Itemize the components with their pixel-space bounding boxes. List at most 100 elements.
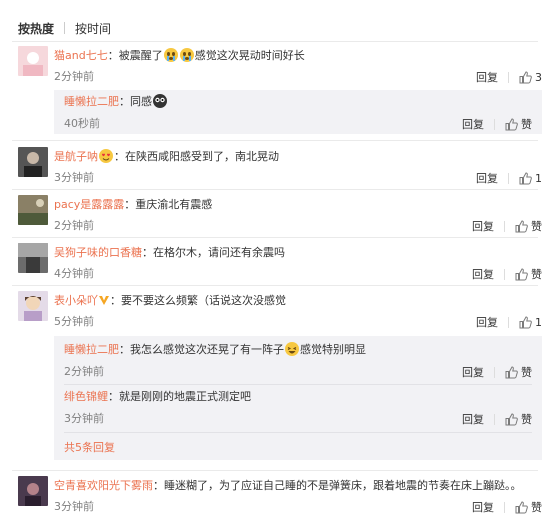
thumbs-up-icon (505, 117, 518, 130)
reply-button[interactable]: 回复 (476, 170, 498, 186)
comment-time: 3分钟前 (54, 171, 94, 184)
like-count: 3 (535, 70, 542, 84)
comment-text-continued: 感觉这次晃动时间好长 (194, 49, 305, 62)
reply-button[interactable]: 回复 (476, 69, 498, 85)
comment-item: pacy是露露露：重庆渝北有震感 2分钟前 回复 赞 (18, 195, 542, 233)
action-divider (494, 118, 495, 130)
like-button[interactable]: 3 (519, 71, 542, 84)
comment-username[interactable]: pacy是露露露 (54, 198, 124, 211)
comment-item: 空青喜欢阳光下雾雨：睡迷糊了，为了应证自己睡的不是弹簧床，跟着地震的节奏在床上蹦… (18, 476, 542, 514)
reply-button[interactable]: 回复 (462, 116, 484, 132)
divider (12, 285, 538, 286)
comment-time: 3分钟前 (54, 500, 94, 513)
reply-divider (64, 432, 532, 433)
vip-v-icon (98, 294, 110, 306)
reply-time: 40秒前 (64, 117, 100, 130)
avatar[interactable] (18, 243, 48, 273)
divider (12, 140, 538, 141)
comment-text: ：在格尔木，请问还有余震吗 (142, 246, 285, 259)
action-divider (504, 220, 505, 232)
reply-text: ：就是刚刚的地震正式测定吧 (108, 390, 251, 403)
like-label: 赞 (521, 366, 532, 379)
reply-item: 睡懒拉二肥：同感 40秒前 回复 赞 (64, 94, 532, 132)
avatar[interactable] (18, 147, 48, 177)
like-button[interactable]: 赞 (515, 266, 542, 282)
reply-box: 睡懒拉二肥：同感 40秒前 回复 赞 (54, 90, 542, 134)
reply-text: ：我怎么感觉这次还晃了有一阵子 (119, 343, 284, 356)
comment-username[interactable]: 表小朵吖 (54, 294, 98, 307)
action-divider (504, 501, 505, 513)
action-divider (508, 172, 509, 184)
thumbs-up-icon (515, 500, 528, 513)
reply-button[interactable]: 回复 (472, 266, 494, 282)
thumbs-up-icon (515, 267, 528, 280)
like-button[interactable]: 赞 (515, 499, 542, 515)
comment-username[interactable]: 空青喜欢阳光下雾雨 (54, 479, 153, 492)
divider (12, 237, 538, 238)
like-label: 赞 (531, 220, 542, 233)
reply-button[interactable]: 回复 (472, 499, 494, 515)
reply-box: 睡懒拉二肥：我怎么感觉这次还晃了有一阵子 感觉特别明显 2分钟前 回复 赞 绯色锦… (54, 336, 542, 460)
comment-item: 表小朵吖 ：要不要这么频繁（话说这次没感觉 5分钟前 回复 1 (18, 291, 542, 329)
comment-text: ：睡迷糊了，为了应证自己睡的不是弹簧床，跟着地震的节奏在床上蹦跶。。 (153, 479, 522, 492)
comment-text: ：被震醒了 (107, 49, 163, 62)
like-label: 赞 (521, 413, 532, 426)
comment-time: 4分钟前 (54, 267, 94, 280)
comment-username[interactable]: 吴狗子味的口香糖 (54, 246, 142, 259)
heart-eyes-emoji-icon (99, 149, 113, 163)
reply-button[interactable]: 回复 (472, 218, 494, 234)
comment-item: 猫and七七：被震醒了 感觉这次晃动时间好长 2分钟前 回复 3 (18, 46, 542, 86)
blackface-emoji-icon (153, 94, 167, 108)
action-divider (508, 316, 509, 328)
like-label: 赞 (531, 501, 542, 514)
action-divider (494, 366, 495, 378)
avatar[interactable] (18, 476, 48, 506)
like-button[interactable]: 赞 (515, 218, 542, 234)
more-replies-link[interactable]: 共5条回复 (64, 440, 115, 456)
laughing-emoji-icon (285, 342, 299, 356)
comment-username[interactable]: 是航子呐 (54, 150, 98, 163)
comment-username[interactable]: 猫and七七 (54, 49, 108, 62)
like-button[interactable]: 赞 (505, 364, 532, 380)
comment-text: ：在陕西咸阳感受到了，南北晃动 (114, 150, 279, 163)
thumbs-up-icon (519, 70, 532, 83)
comment-text: ：要不要这么频繁（话说这次没感觉 (110, 294, 286, 307)
tab-sort-time[interactable]: 按时间 (75, 20, 111, 37)
like-button[interactable]: 赞 (505, 116, 532, 132)
reply-button[interactable]: 回复 (462, 411, 484, 427)
like-button[interactable]: 赞 (505, 411, 532, 427)
like-label: 赞 (521, 118, 532, 131)
comment-text: ：重庆渝北有震感 (124, 198, 213, 211)
like-count: 1 (535, 171, 542, 185)
action-divider (508, 71, 509, 83)
action-divider (504, 268, 505, 280)
reply-username[interactable]: 睡懒拉二肥 (64, 95, 119, 108)
reply-divider (64, 384, 532, 385)
comment-time: 5分钟前 (54, 315, 94, 328)
comment-time: 2分钟前 (54, 70, 94, 83)
avatar[interactable] (18, 46, 48, 76)
reply-username[interactable]: 绯色锦鲤 (64, 390, 108, 403)
thumbs-up-icon (505, 365, 518, 378)
avatar[interactable] (18, 195, 48, 225)
tab-sort-hot[interactable]: 按热度 (18, 20, 54, 37)
thumbs-up-icon (505, 412, 518, 425)
divider (12, 41, 538, 42)
reply-username[interactable]: 睡懒拉二肥 (64, 343, 119, 356)
like-button[interactable]: 1 (519, 172, 542, 185)
avatar[interactable] (18, 291, 48, 321)
reply-item: 绯色锦鲤：就是刚刚的地震正式测定吧 3分钟前 回复 赞 (64, 389, 532, 427)
reply-button[interactable]: 回复 (462, 364, 484, 380)
reply-text: ：同感 (119, 95, 152, 108)
tab-divider (64, 22, 66, 34)
divider (12, 470, 538, 471)
thumbs-up-icon (515, 219, 528, 232)
thumbs-up-icon (519, 171, 532, 184)
action-divider (494, 413, 495, 425)
comment-time: 2分钟前 (54, 219, 94, 232)
comment-item: 吴狗子味的口香糖：在格尔木，请问还有余震吗 4分钟前 回复 赞 (18, 243, 542, 281)
reply-time: 3分钟前 (64, 412, 104, 425)
reply-button[interactable]: 回复 (476, 314, 498, 330)
reply-item: 睡懒拉二肥：我怎么感觉这次还晃了有一阵子 感觉特别明显 2分钟前 回复 赞 (64, 342, 532, 380)
like-button[interactable]: 1 (519, 316, 542, 329)
